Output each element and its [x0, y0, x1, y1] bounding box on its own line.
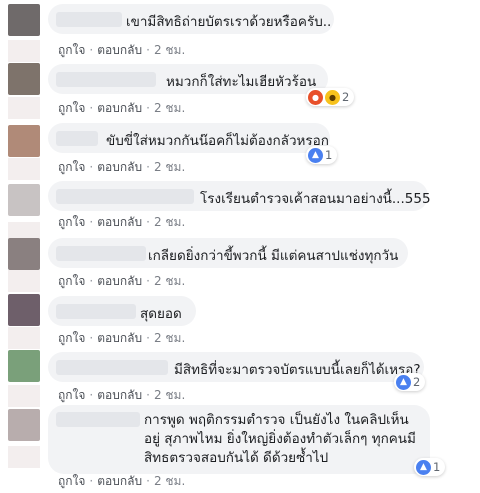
like-link[interactable]: ถูกใจ — [58, 388, 85, 402]
timestamp[interactable]: 2 ชม. — [154, 160, 185, 174]
avatar-placeholder — [8, 40, 40, 62]
avatar-placeholder — [8, 158, 40, 180]
reaction-badge[interactable]: ▲ 1 — [414, 458, 446, 476]
timestamp[interactable]: 2 ชม. — [154, 474, 185, 488]
reply-link[interactable]: ตอบกลับ — [97, 215, 142, 229]
commenter-name[interactable] — [56, 12, 122, 27]
comment-bubble: สุดยอด — [48, 296, 196, 326]
comment-bubble: ขับขี่ใส่หมวกกันน๊อคก็ไม่ต้องกลัวหรอก — [48, 123, 330, 153]
comment-text: มีสิทธิที่จะมาตรวจบัตรแบบนี้เลยก็ได้เหรอ… — [174, 362, 421, 378]
reply-link[interactable]: ตอบกลับ — [97, 388, 142, 402]
reaction-count: 2 — [342, 90, 350, 104]
avatar-placeholder — [8, 327, 40, 349]
comment-bubble: การพูด พฤติกรรมตำรวจ เป็นยังไง ในคลิปเห็… — [48, 405, 430, 474]
like-link[interactable]: ถูกใจ — [58, 101, 85, 115]
reply-link[interactable]: ตอบกลับ — [97, 101, 142, 115]
comment-actions: ถูกใจ · ตอบกลับ · 2 ชม. — [58, 43, 186, 57]
comment-actions: ถูกใจ · ตอบกลับ · 2 ชม. — [58, 331, 186, 345]
reaction-badge[interactable]: ● ● 2 — [306, 88, 355, 106]
like-link[interactable]: ถูกใจ — [58, 474, 85, 488]
timestamp[interactable]: 2 ชม. — [154, 388, 185, 402]
avatar[interactable] — [8, 238, 40, 270]
like-icon: ▲ — [308, 147, 323, 163]
timestamp[interactable]: 2 ชม. — [154, 43, 185, 57]
avatar[interactable] — [8, 125, 40, 157]
reply-link[interactable]: ตอบกลับ — [97, 43, 142, 57]
commenter-name[interactable] — [56, 360, 168, 375]
commenter-name[interactable] — [56, 246, 146, 261]
avatar[interactable] — [8, 63, 40, 95]
reaction-count: 2 — [413, 375, 421, 389]
avatar-placeholder — [8, 270, 40, 292]
timestamp[interactable]: 2 ชม. — [154, 331, 185, 345]
like-link[interactable]: ถูกใจ — [58, 160, 85, 174]
comment-text: เกลียดยิ่งกว่าขี้พวกนี้ มีแต่คนสาปแช่งทุ… — [148, 248, 399, 264]
avatar[interactable] — [8, 409, 40, 441]
commenter-name[interactable] — [56, 412, 140, 427]
reaction-count: 1 — [433, 460, 441, 474]
comment-text: หมวกก็ใส่ทะไมเฮียหัวร้อน — [166, 74, 317, 90]
haha-icon: ● — [325, 89, 340, 105]
avatar-placeholder — [8, 97, 40, 119]
commenter-name[interactable] — [56, 131, 98, 146]
avatar[interactable] — [8, 350, 40, 382]
commenter-name[interactable] — [56, 72, 156, 87]
like-link[interactable]: ถูกใจ — [58, 215, 85, 229]
comment-bubble: เกลียดยิ่งกว่าขี้พวกนี้ มีแต่คนสาปแช่งทุ… — [48, 238, 408, 268]
avatar[interactable] — [8, 184, 40, 216]
like-icon: ▲ — [416, 459, 431, 475]
reply-link[interactable]: ตอบกลับ — [97, 274, 142, 288]
comment-bubble: มีสิทธิที่จะมาตรวจบัตรแบบนี้เลยก็ได้เหรอ… — [48, 352, 424, 382]
reaction-count: 1 — [325, 148, 333, 162]
reply-link[interactable]: ตอบกลับ — [97, 331, 142, 345]
timestamp[interactable]: 2 ชม. — [154, 274, 185, 288]
comment-text: สุดยอด — [140, 306, 182, 322]
like-link[interactable]: ถูกใจ — [58, 43, 85, 57]
timestamp[interactable]: 2 ชม. — [154, 215, 185, 229]
comment-text: โรงเรียนตำรวจเค้าสอนมาอย่างนี้...555 — [200, 191, 431, 207]
like-link[interactable]: ถูกใจ — [58, 331, 85, 345]
commenter-name[interactable] — [56, 304, 136, 319]
comment-bubble: โรงเรียนตำรวจเค้าสอนมาอย่างนี้...555 — [48, 181, 431, 211]
like-link[interactable]: ถูกใจ — [58, 274, 85, 288]
comment-actions: ถูกใจ · ตอบกลับ · 2 ชม. — [58, 274, 186, 288]
angry-icon: ● — [308, 89, 323, 105]
timestamp[interactable]: 2 ชม. — [154, 101, 185, 115]
comment-actions: ถูกใจ · ตอบกลับ · 2 ชม. — [58, 160, 186, 174]
comment-text: เขามีสิทธิถ่ายบัตรเราด้วยหรือครับ.. — [126, 14, 332, 30]
reaction-badge[interactable]: ▲ 2 — [394, 373, 426, 391]
reaction-badge[interactable]: ▲ 1 — [306, 146, 338, 164]
reply-link[interactable]: ตอบกลับ — [97, 160, 142, 174]
avatar[interactable] — [8, 4, 40, 36]
comment-bubble: เขามีสิทธิถ่ายบัตรเราด้วยหรือครับ.. — [48, 4, 334, 34]
comment-actions: ถูกใจ · ตอบกลับ · 2 ชม. — [58, 215, 186, 229]
commenter-name[interactable] — [56, 189, 194, 204]
reply-link[interactable]: ตอบกลับ — [97, 474, 142, 488]
comment-bubble: หมวกก็ใส่ทะไมเฮียหัวร้อน — [48, 64, 328, 94]
comment-actions: ถูกใจ · ตอบกลับ · 2 ชม. — [58, 388, 186, 402]
avatar-placeholder — [8, 385, 40, 407]
comment-actions: ถูกใจ · ตอบกลับ · 2 ชม. — [58, 474, 186, 488]
comment-actions: ถูกใจ · ตอบกลับ · 2 ชม. — [58, 101, 186, 115]
like-icon: ▲ — [396, 374, 411, 390]
avatar-placeholder — [8, 446, 40, 468]
avatar[interactable] — [8, 294, 40, 326]
comment-text: ขับขี่ใส่หมวกกันน๊อคก็ไม่ต้องกลัวหรอก — [106, 133, 329, 149]
